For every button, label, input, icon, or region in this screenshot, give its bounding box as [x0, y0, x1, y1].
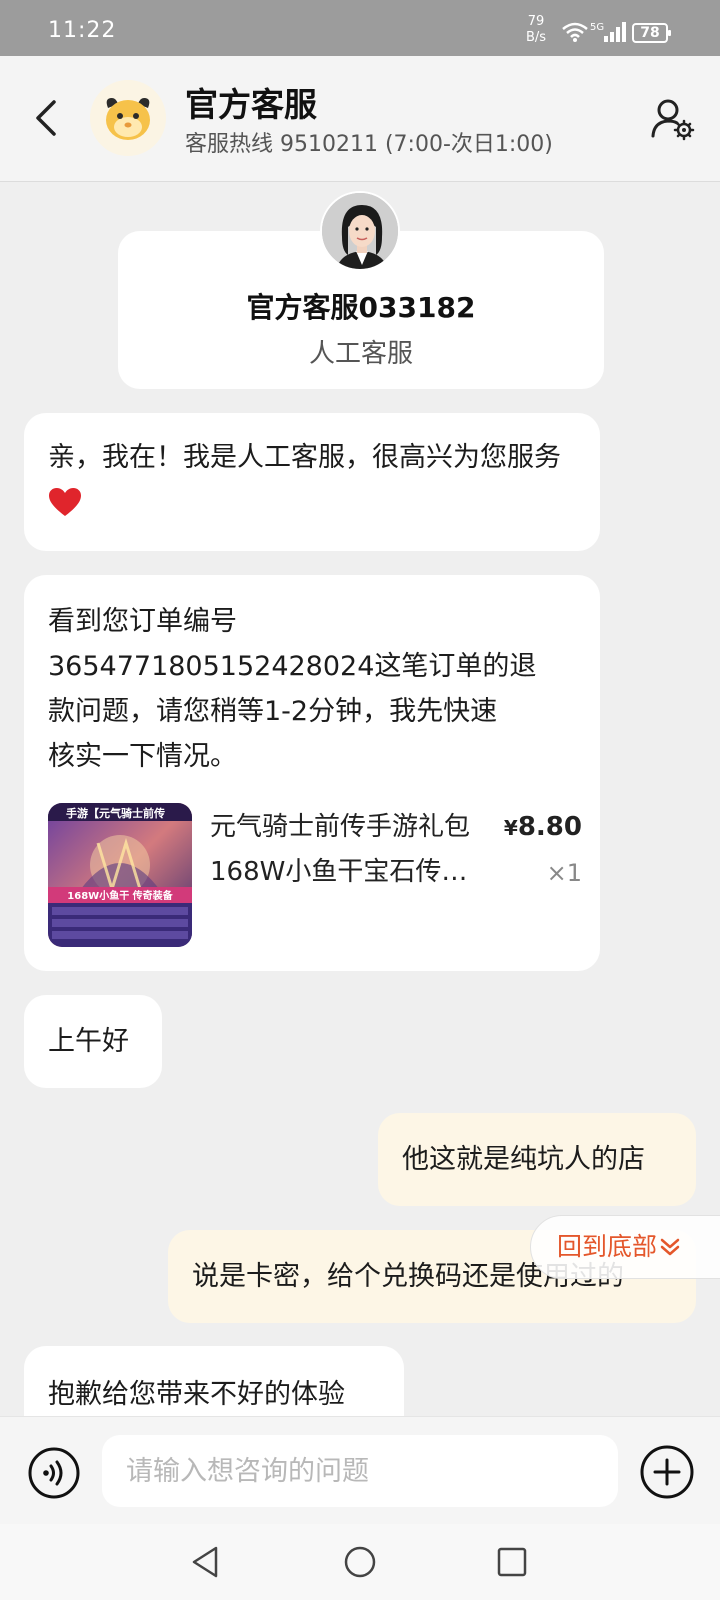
cell-label: 5G — [590, 22, 604, 33]
message-text: 上午好 — [48, 1026, 129, 1057]
message-line: 看到您订单编号 — [48, 606, 237, 637]
double-chevron-down-icon — [660, 1238, 680, 1256]
back-to-bottom-button[interactable]: 回到底部 — [530, 1215, 720, 1279]
voice-input-icon[interactable] — [28, 1447, 80, 1499]
battery-level: 78 — [640, 25, 660, 41]
price-value: 8.80 — [517, 812, 582, 842]
product-image: 手游【元气骑士前传 168W小鱼干 传奇装备 — [48, 803, 192, 947]
mascot-avatar[interactable] — [90, 80, 166, 156]
message-line: 核实一下情况。 — [48, 741, 237, 772]
message-line: 3654771805152428024这笔订单的退 — [48, 651, 537, 682]
user-message-bubble[interactable]: 他这就是纯坑人的店 — [378, 1113, 696, 1206]
agent-avatar — [320, 191, 400, 271]
plus-icon[interactable] — [640, 1445, 694, 1499]
nav-home-icon[interactable] — [342, 1544, 378, 1580]
message-input[interactable] — [102, 1435, 618, 1507]
product-card[interactable]: 手游【元气骑士前传 168W小鱼干 传奇装备 元气骑士前传手游礼包 168W小鱼… — [48, 803, 582, 949]
net-speed: 79 B/s — [526, 14, 546, 46]
back-arrow-icon[interactable] — [30, 96, 64, 140]
message-text: 看到您订单编号 3654771805152428024这笔订单的退 款问题，请您… — [48, 599, 568, 779]
hotline-text: 客服热线 9510211 (7:00-次日1:00) — [185, 132, 553, 157]
agent-message-bubble[interactable]: 亲，我在！我是人工客服，很高兴为您服务 — [24, 413, 600, 551]
input-bar — [0, 1416, 720, 1524]
product-name: 元气骑士前传手游礼包 168W小鱼干宝石传… — [210, 805, 490, 895]
currency-symbol: ¥ — [503, 816, 518, 840]
message-line: 款问题，请您稍等1-2分钟，我先快速 — [48, 696, 498, 727]
mascot-icon — [90, 80, 166, 156]
product-quantity: ×1 — [546, 859, 582, 887]
chat-header: 官方客服 客服热线 9510211 (7:00-次日1:00) — [0, 56, 720, 182]
agent-name: 官方客服033182 — [246, 291, 476, 324]
battery-icon: 78 — [632, 23, 671, 43]
signal-icon: 5G — [590, 22, 626, 42]
message-text: 他这就是纯坑人的店 — [402, 1144, 645, 1175]
agent-role: 人工客服 — [308, 339, 413, 369]
agent-message-bubble[interactable]: 看到您订单编号 3654771805152428024这笔订单的退 款问题，请您… — [24, 575, 600, 971]
heart-emoji-icon — [49, 488, 81, 516]
net-speed-unit: B/s — [526, 30, 547, 45]
agent-message-bubble[interactable]: 上午好 — [24, 995, 162, 1088]
wifi-icon — [562, 22, 588, 42]
message-text: 亲，我在！我是人工客服，很高兴为您服务 — [48, 442, 561, 473]
status-time: 11:22 — [48, 18, 117, 43]
product-thumbnail[interactable]: 手游【元气骑士前传 168W小鱼干 传奇装备 — [48, 803, 192, 947]
nav-back-icon[interactable] — [188, 1544, 224, 1580]
message-text: 抱歉给您带来不好的体验 — [48, 1379, 345, 1410]
thumb-tag: 168W小鱼干 传奇装备 — [67, 889, 173, 902]
system-nav-bar — [0, 1524, 720, 1600]
back-to-bottom-label: 回到底部 — [557, 1232, 658, 1261]
status-bar: 11:22 79 B/s 5G 78 — [0, 0, 720, 56]
nav-recents-icon[interactable] — [494, 1544, 530, 1580]
product-price: ¥8.80 — [504, 805, 582, 851]
product-name-line: 元气骑士前传手游礼包 — [210, 812, 471, 842]
thumb-banner: 手游【元气骑士前传 — [66, 806, 165, 820]
page-title: 官方客服 — [185, 85, 317, 124]
net-speed-value: 79 — [527, 14, 545, 29]
user-settings-icon[interactable] — [650, 96, 696, 142]
product-name-line: 168W小鱼干宝石传… — [210, 857, 468, 887]
